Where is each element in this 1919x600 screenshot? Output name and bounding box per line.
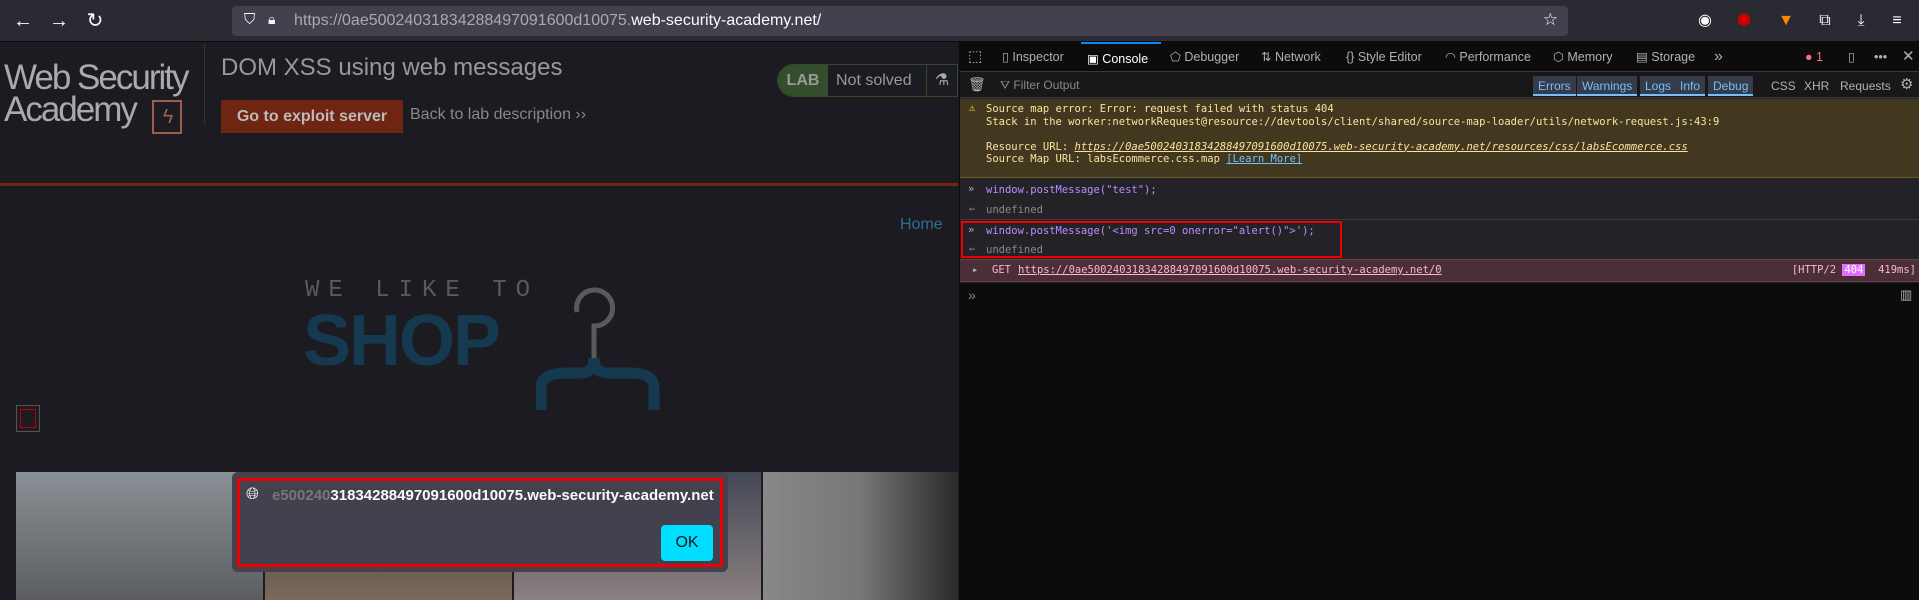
console-entry: » window.postMessage('<img src=0 onerror… [960,220,1919,259]
tab-performance[interactable]: ◠ Performance [1445,42,1531,72]
filter-input[interactable]: ⛛ Filter Output [1000,78,1079,93]
resource-url-link[interactable]: https://0ae50024031834288497091600d10075… [1075,141,1688,153]
source-map-warning: ⚠ Source map error: Error: request faile… [960,99,1919,178]
lab-status: Not solved [836,72,912,89]
console-input: window.postMessage("test"); [986,184,1157,196]
alert-dialog: 🌐︎ e50024031834288497091600d10075.web-se… [232,472,728,572]
extension-icon[interactable]: ◉ [1694,10,1716,32]
result-arrow-icon: ← [969,243,976,255]
tab-console[interactable]: ▣ Console [1081,42,1161,72]
prompt-chevron-icon: » [968,287,976,303]
tab-memory[interactable]: ⬡ Memory [1553,42,1613,72]
downloads-icon[interactable]: ⤓ [1850,10,1872,32]
more-tabs-icon[interactable]: » [1714,42,1723,72]
url-bar[interactable]: ⛉ 🔒︎ https://0ae50024031834288497091600d… [232,6,1568,36]
console-input-area[interactable]: » ▥ [960,283,1919,600]
back-button[interactable]: ← [10,8,36,34]
lightning-icon: ϟ [152,100,182,134]
back-to-lab-link[interactable]: Back to lab description ›› [410,106,586,124]
reload-button[interactable]: ↻ [82,8,108,34]
ok-button[interactable]: OK [661,525,713,561]
exploit-server-button[interactable]: Go to exploit server [221,100,403,133]
tab-inspector[interactable]: ▯ Inspector [1002,42,1064,72]
settings-gear-icon[interactable]: ⚙ [1900,75,1913,93]
product-image[interactable] [16,472,263,600]
error-count[interactable]: ● 1 [1805,42,1823,72]
picker-icon[interactable]: ⬚ [968,42,982,72]
network-error-entry[interactable]: ▸ GET https://0ae50024031834288497091600… [960,259,1919,282]
more-options-icon[interactable]: ••• [1874,42,1887,72]
hanger-icon [536,287,660,410]
devtools-tabbar: ⬚ ▯ Inspector ▣ Console ⬠ Debugger ⇅ Net… [960,42,1919,72]
menu-icon[interactable]: ≡ [1886,10,1908,32]
filter-xhr[interactable]: XHR [1804,76,1829,96]
request-info[interactable]: [HTTP/2 404 419ms] [1792,260,1916,281]
lock-icon[interactable]: 🔒︎ [268,11,275,28]
console-result: undefined [986,204,1043,216]
header-divider [0,183,958,186]
responsive-icon[interactable]: ▯ [1848,42,1855,72]
bookmark-star-icon[interactable]: ☆ [1543,10,1558,30]
warning-icon: ⚠ [969,102,976,114]
console-result: undefined [986,244,1043,256]
input-chevron-icon: » [968,224,975,236]
shop-brand: SHOP [303,301,501,381]
filter-warnings[interactable]: Warnings [1577,76,1638,96]
url-text: https://0ae50024031834288497091600d10075… [294,12,822,29]
broken-image-icon [16,405,40,432]
request-method: GET [992,264,1011,276]
extensions-icon[interactable]: ⧉ [1814,10,1836,32]
filter-css[interactable]: CSS [1771,76,1796,96]
filter-requests[interactable]: Requests [1840,76,1891,96]
web-page: Web Security Academy ϟ DOM XSS using web … [0,42,958,600]
filter-errors[interactable]: Errors [1533,76,1576,96]
forward-button[interactable]: → [46,8,72,34]
console-entry: » window.postMessage("test"); ← undefine… [960,179,1919,220]
product-image[interactable] [763,472,958,600]
tab-style-editor[interactable]: {} Style Editor [1346,42,1422,72]
ublock-icon[interactable]: ⬢ [1733,10,1755,32]
editor-mode-icon[interactable]: ▥ [1900,287,1912,303]
input-chevron-icon: » [968,183,975,195]
tab-storage[interactable]: ▤ Storage [1636,42,1695,72]
lab-label: LAB [778,65,828,96]
shield-icon[interactable]: ⛉ [244,11,255,28]
burp-icon[interactable]: ▼ [1775,10,1797,32]
globe-icon: 🌐︎ [246,486,259,503]
lab-title: DOM XSS using web messages [221,54,563,81]
academy-logo[interactable]: Web Security Academy ϟ [4,60,204,134]
filter-debug[interactable]: Debug [1708,76,1754,96]
learn-more-link[interactable]: [Learn More] [1226,153,1302,165]
result-arrow-icon: ← [969,203,976,215]
console-toolbar: 🗑︎ ⛛ Filter Output Errors Warnings Logs … [960,72,1919,98]
lab-status-badge: LAB Not solved ⚗ [777,64,958,97]
close-icon[interactable]: ✕ [1902,42,1915,72]
trash-icon[interactable]: 🗑︎ [968,76,986,93]
request-url-link[interactable]: https://0ae50024031834288497091600d10075… [1018,260,1442,281]
flask-icon: ⚗ [926,65,957,96]
devtools-panel: ⬚ ▯ Inspector ▣ Console ⬠ Debugger ⇅ Net… [959,42,1919,600]
filter-info[interactable]: Info [1675,76,1706,96]
home-link[interactable]: Home [900,216,943,234]
console-input: window.postMessage('<img src=0 onerror="… [986,225,1315,237]
divider [204,44,205,124]
filter-logs[interactable]: Logs [1640,76,1677,96]
browser-toolbar: ← → ↻ ⛉ 🔒︎ https://0ae500240318342884970… [0,0,1919,42]
alert-origin: e50024031834288497091600d10075.web-secur… [272,487,714,504]
expand-triangle-icon[interactable]: ▸ [972,260,978,281]
tab-network[interactable]: ⇅ Network [1261,42,1321,72]
tab-debugger[interactable]: ⬠ Debugger [1170,42,1239,72]
